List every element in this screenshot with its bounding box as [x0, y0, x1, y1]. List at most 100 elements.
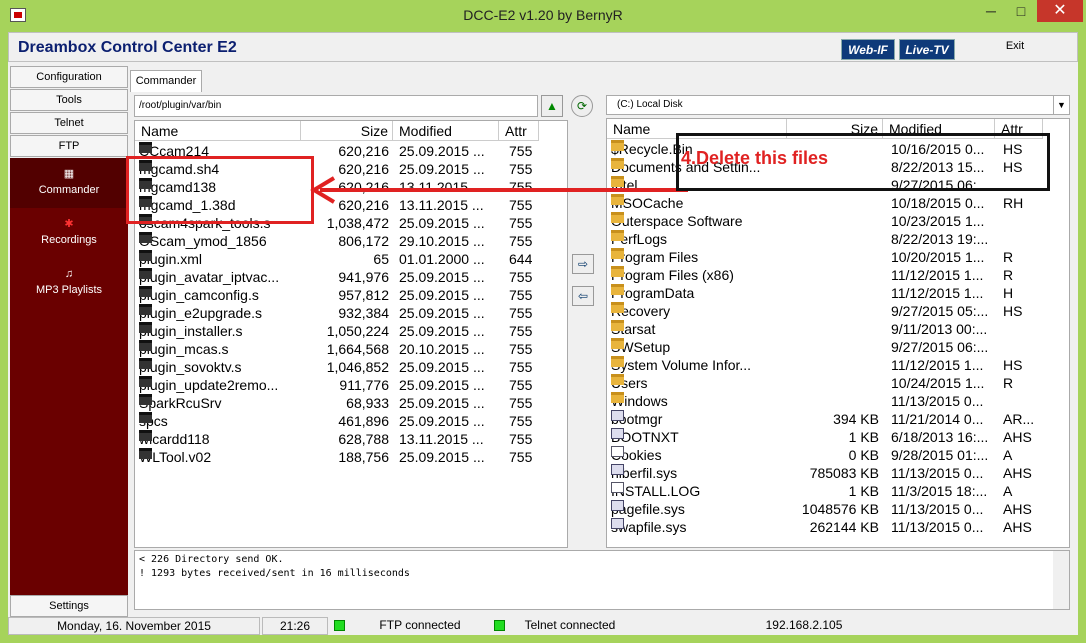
file-name: Outerspace Software: [611, 213, 743, 229]
cell-attr: H: [1003, 285, 1014, 301]
table-row[interactable]: Program Files 10/20/2015 1... R: [607, 248, 1069, 266]
cell-modified: 25.09.2015 ...: [399, 215, 485, 231]
maximize-button[interactable]: □: [1006, 0, 1036, 22]
exit-button[interactable]: Exit: [985, 40, 1045, 52]
file-icon: [611, 518, 624, 529]
table-row[interactable]: SWSetup 9/27/2015 06:...: [607, 338, 1069, 356]
cell-name: bootmgr: [611, 410, 662, 428]
cell-attr: 755: [509, 395, 533, 411]
table-row[interactable]: pagefile.sys 1048576 KB 11/13/2015 0... AHS: [607, 500, 1069, 518]
file-icon: [139, 358, 152, 369]
table-row[interactable]: plugin_update2remo... 911,776 25.09.2015 .…: [135, 376, 567, 394]
client-area: Dreambox Control Center E2 Web-IF Live-T…: [8, 32, 1078, 635]
table-row[interactable]: Cookies 0 KB 9/28/2015 01:... A: [607, 446, 1069, 464]
table-row[interactable]: INSTALL.LOG 1 KB 11/3/2015 18:... A: [607, 482, 1069, 500]
chevron-down-icon[interactable]: ▼: [1053, 96, 1069, 114]
table-row[interactable]: Outerspace Software 10/23/2015 1...: [607, 212, 1069, 230]
close-button[interactable]: ✕: [1037, 0, 1083, 22]
table-row[interactable]: wicardd118 628,788 13.11.2015 ... 755: [135, 430, 567, 448]
cell-modified: 25.09.2015 ...: [399, 413, 485, 429]
table-row[interactable]: plugin_mcas.s 1,664,568 20.10.2015 ... 755: [135, 340, 567, 358]
table-row[interactable]: spcs 461,896 25.09.2015 ... 755: [135, 412, 567, 430]
grid-icon: ▦: [63, 168, 75, 180]
table-row[interactable]: BOOTNXT 1 KB 6/18/2013 16:... AHS: [607, 428, 1069, 446]
table-row[interactable]: ProgramData 11/12/2015 1... H: [607, 284, 1069, 302]
web-if-button[interactable]: Web-IF: [841, 39, 895, 60]
sidebar-item-mp3-playlists[interactable]: ♫ MP3 Playlists: [10, 258, 128, 308]
table-row[interactable]: plugin_e2upgrade.s 932,384 25.09.2015 ... 7…: [135, 304, 567, 322]
table-row[interactable]: plugin.xml 65 01.01.2000 ... 644: [135, 250, 567, 268]
file-name: System Volume Infor...: [611, 357, 752, 373]
table-row[interactable]: plugin_sovoktv.s 1,046,852 25.09.2015 ... 7…: [135, 358, 567, 376]
table-row[interactable]: plugin_avatar_iptvac... 941,976 25.09.2015…: [135, 268, 567, 286]
table-row[interactable]: System Volume Infor... 11/12/2015 1... HS: [607, 356, 1069, 374]
up-folder-icon[interactable]: ▲: [541, 95, 563, 117]
cell-modified: 25.09.2015 ...: [399, 287, 485, 303]
folder-icon: [611, 338, 624, 349]
table-row[interactable]: Users 10/24/2015 1... R: [607, 374, 1069, 392]
table-row[interactable]: Program Files (x86) 11/12/2015 1... R: [607, 266, 1069, 284]
cell-attr: 644: [509, 251, 533, 267]
cell-name: plugin.xml: [139, 250, 202, 268]
table-row[interactable]: Recovery 9/27/2015 05:... HS: [607, 302, 1069, 320]
cell-name: SparkRcuSrv: [139, 394, 221, 412]
minimize-button[interactable]: ─: [976, 0, 1006, 22]
cell-name: hiberfil.sys: [611, 464, 677, 482]
sidebar-item-tools[interactable]: Tools: [10, 89, 128, 111]
cell-size: 0 KB: [848, 447, 879, 463]
cell-attr: A: [1003, 447, 1013, 463]
status-telnet: Telnet connected: [524, 618, 616, 632]
cell-modified: 11/13/2015 0...: [891, 465, 984, 481]
table-row[interactable]: Windows 11/13/2015 0...: [607, 392, 1069, 410]
table-row[interactable]: Starsat 9/11/2013 00:...: [607, 320, 1069, 338]
refresh-icon[interactable]: ⟳: [571, 95, 593, 117]
tab-commander[interactable]: Commander: [130, 70, 202, 92]
sidebar-item-telnet[interactable]: Telnet: [10, 112, 128, 134]
folder-icon: [611, 230, 624, 241]
table-row[interactable]: WLTool.v02 188,756 25.09.2015 ... 755: [135, 448, 567, 466]
sidebar-item-settings[interactable]: Settings: [10, 595, 128, 617]
table-row[interactable]: plugin_installer.s 1,050,224 25.09.2015 ..…: [135, 322, 567, 340]
window-titlebar: DCC-E2 v1.20 by BernyR ─ □ ✕: [0, 0, 1086, 32]
table-row[interactable]: bootmgr 394 KB 11/21/2014 0... AR...: [607, 410, 1069, 428]
cell-modified: 9/27/2015 06:...: [891, 339, 989, 355]
cell-modified: 25.09.2015 ...: [399, 377, 485, 393]
sidebar-item-commander[interactable]: ▦ Commander: [10, 158, 128, 208]
app-header: Dreambox Control Center E2 Web-IF Live-T…: [8, 32, 1078, 62]
live-tv-button[interactable]: Live-TV: [899, 39, 955, 60]
col-name[interactable]: Name: [135, 121, 301, 141]
cell-attr: 755: [509, 431, 533, 447]
status-ip: 192.168.2.105: [765, 618, 843, 632]
table-row[interactable]: SparkRcuSrv 68,933 25.09.2015 ... 755: [135, 394, 567, 412]
sidebar-item-configuration[interactable]: Configuration: [10, 66, 128, 88]
sidebar-item-recordings[interactable]: ✱ Recordings: [10, 208, 128, 258]
drive-select[interactable]: (C:) Local Disk ▼: [606, 95, 1070, 115]
cell-attr: R: [1003, 267, 1014, 283]
col-attr[interactable]: Attr: [499, 121, 539, 141]
cell-modified: 9/11/2013 00:...: [891, 321, 988, 337]
left-path-field[interactable]: /root/plugin/var/bin: [134, 95, 538, 117]
cell-modified: 13.11.2015 ...: [399, 431, 484, 447]
status-bar: Monday, 16. November 2015 21:26 FTP conn…: [8, 617, 1078, 635]
cell-size: 1,046,852: [326, 359, 389, 375]
file-icon: [611, 500, 624, 511]
table-row[interactable]: hiberfil.sys 785083 KB 11/13/2015 0... AHS: [607, 464, 1069, 482]
file-icon: [611, 446, 624, 457]
col-modified[interactable]: Modified: [393, 121, 499, 141]
file-icon: [139, 286, 152, 297]
table-row[interactable]: PerfLogs 8/22/2013 19:...: [607, 230, 1069, 248]
col-size[interactable]: Size: [301, 121, 393, 141]
file-name: plugin_sovoktv.s: [139, 359, 242, 375]
table-row[interactable]: plugin_camconfig.s 957,812 25.09.2015 ... 7…: [135, 286, 567, 304]
file-icon: [139, 448, 152, 459]
copy-left-icon[interactable]: ⇦: [572, 286, 594, 306]
file-icon: [139, 250, 152, 261]
copy-right-icon[interactable]: ⇨: [572, 254, 594, 274]
status-time: 21:26: [262, 617, 328, 635]
sidebar-item-ftp[interactable]: FTP: [10, 135, 128, 157]
table-row[interactable]: swapfile.sys 262144 KB 11/13/2015 0... AHS: [607, 518, 1069, 536]
log-scrollbar[interactable]: [1053, 551, 1069, 609]
cell-modified: 10/20/2015 1...: [891, 249, 985, 265]
table-row[interactable]: OScam_ymod_1856 806,172 29.10.2015 ... 755: [135, 232, 567, 250]
cell-attr: AHS: [1003, 429, 1032, 445]
